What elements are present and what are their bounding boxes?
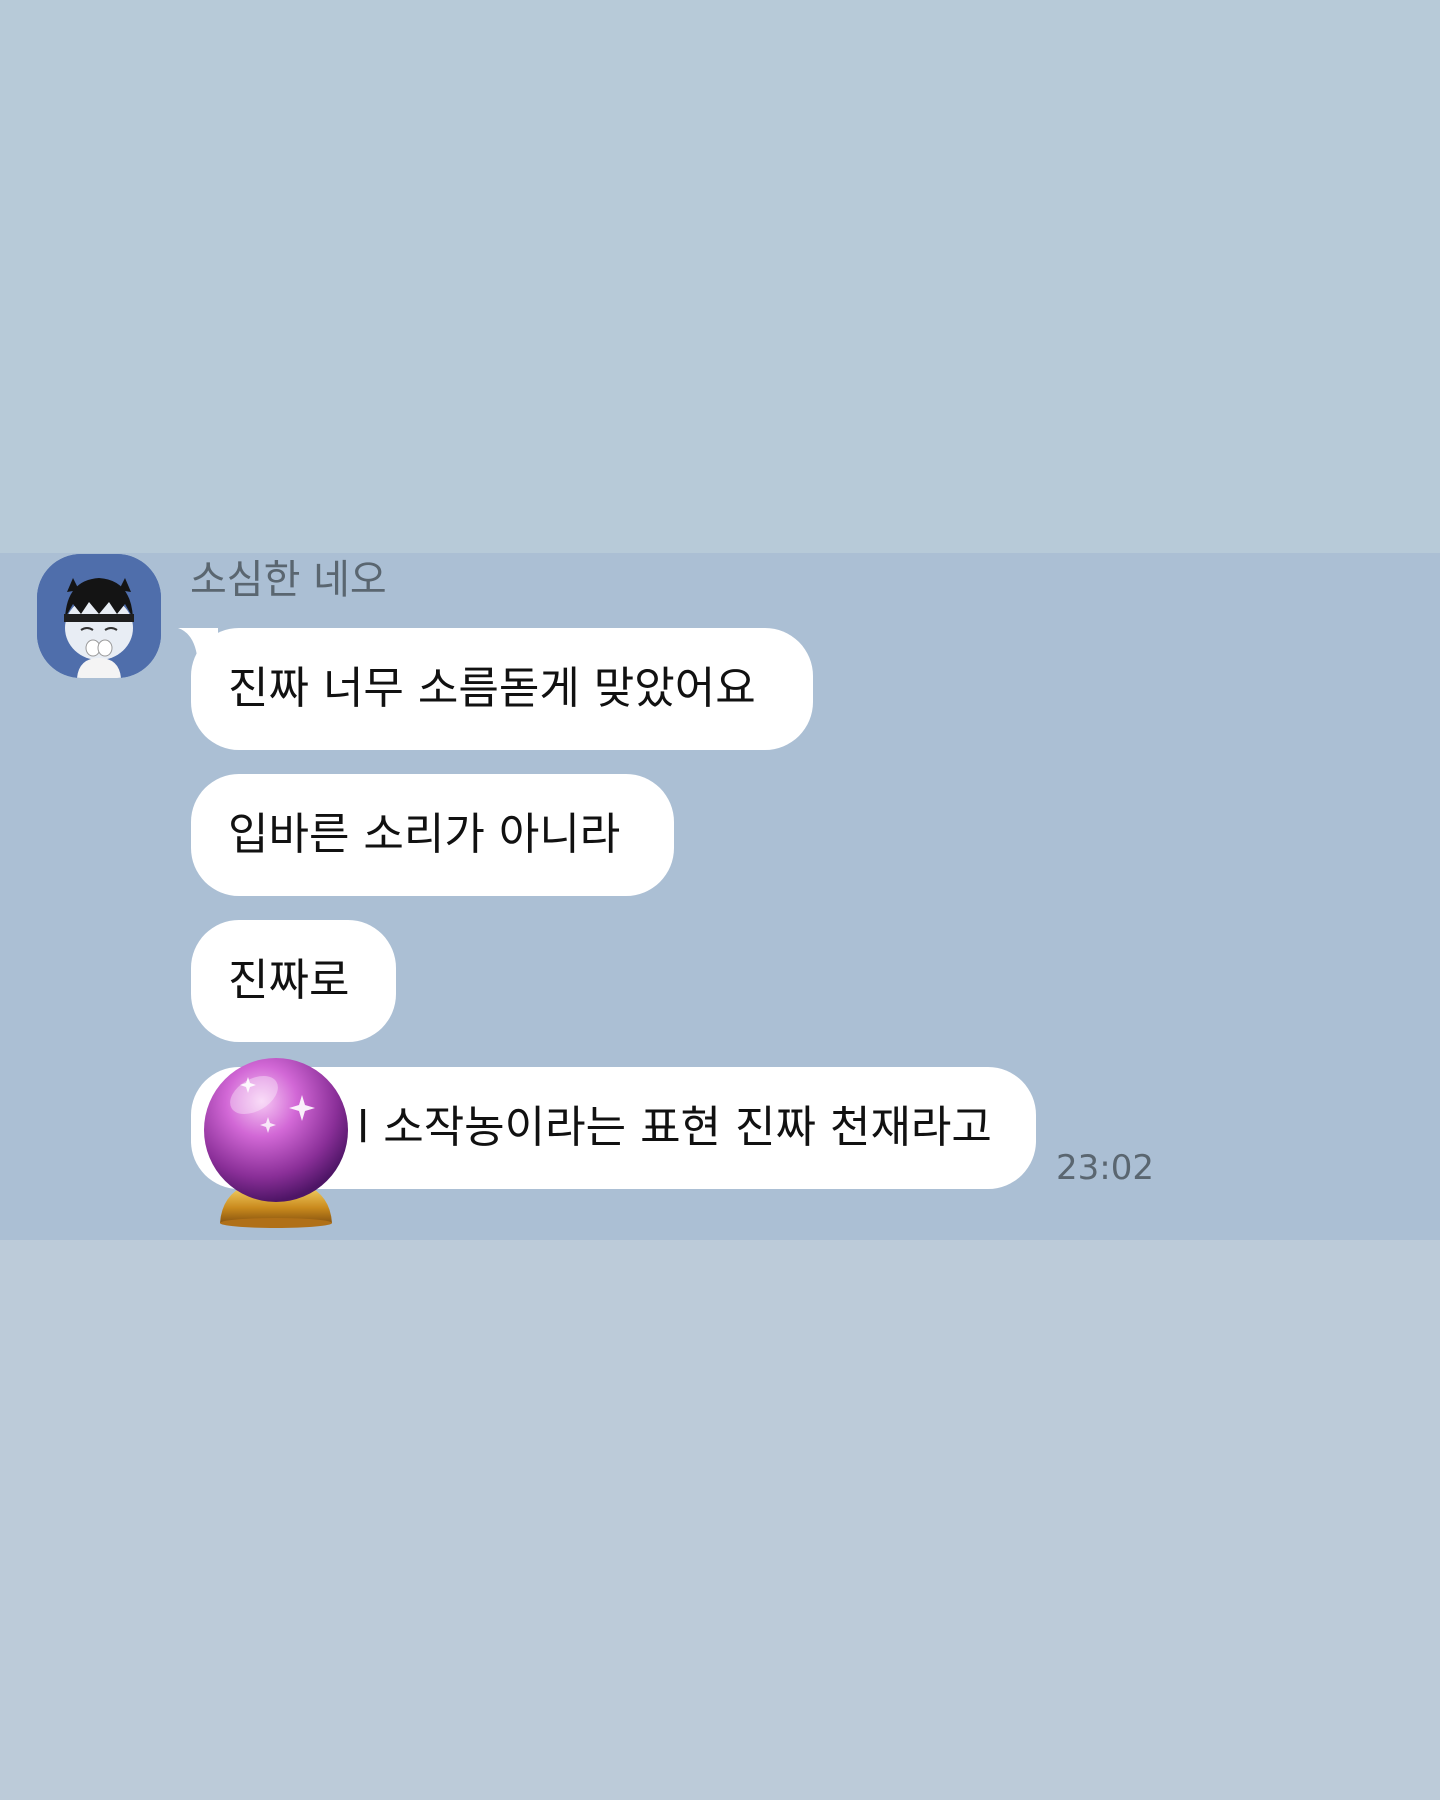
sender-avatar[interactable]	[37, 554, 161, 678]
chat-background-top	[0, 0, 1440, 553]
message-bubble[interactable]: 진짜 너무 소름돋게 맞았어요	[191, 628, 813, 750]
message-timestamp: 23:02	[1056, 1148, 1154, 1188]
neo-character-icon	[37, 554, 161, 678]
chat-background-bottom	[0, 1240, 1440, 1800]
message-bubble[interactable]: 진짜로	[191, 920, 396, 1042]
sender-name: 소심한 네오	[190, 557, 387, 603]
crystal-ball-icon	[198, 1055, 353, 1230]
message-bubble[interactable]: 입바른 소리가 아니라	[191, 774, 674, 896]
